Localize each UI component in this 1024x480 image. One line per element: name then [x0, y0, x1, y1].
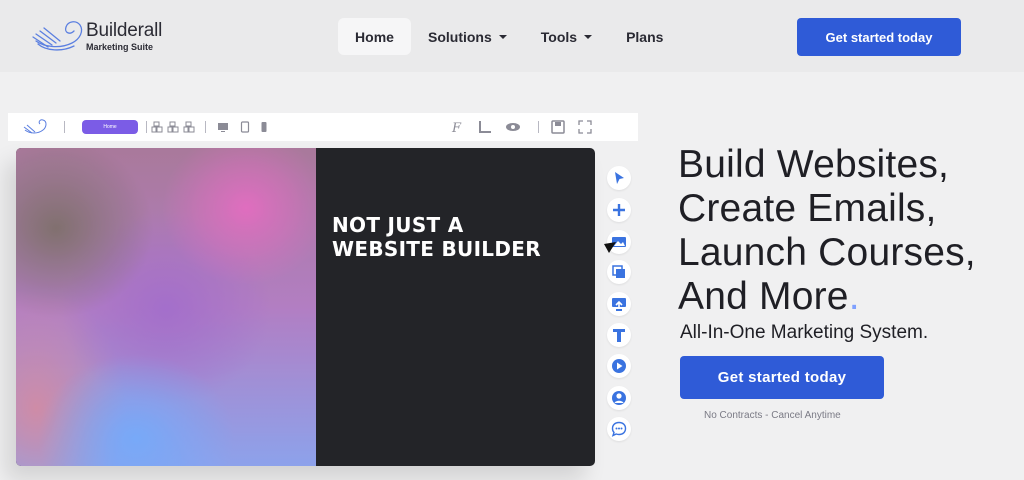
- logo-subtitle: Marketing Suite: [86, 41, 154, 52]
- page-selector[interactable]: Home: [82, 120, 138, 134]
- headline-dot: .: [848, 275, 860, 318]
- hero-headline-line-4: And More: [678, 275, 849, 318]
- layout-icon-3[interactable]: [183, 113, 195, 141]
- font-icon[interactable]: F: [451, 113, 463, 141]
- nav-home[interactable]: Home: [338, 18, 411, 55]
- layout-icon-1[interactable]: [151, 113, 163, 141]
- editor-canvas-preview: [16, 148, 595, 466]
- whale-logo-icon: [32, 21, 83, 51]
- mouse-cursor-icon: [604, 242, 616, 253]
- save-icon[interactable]: [551, 113, 565, 141]
- editor-toolbar: Home F: [8, 113, 638, 141]
- desktop-icon[interactable]: [217, 113, 229, 141]
- copy-icon[interactable]: [607, 260, 631, 284]
- nav-tools[interactable]: Tools: [524, 18, 609, 55]
- svg-text:F: F: [451, 121, 462, 134]
- chevron-down-icon: [584, 35, 593, 39]
- nav-plans-label: Plans: [626, 28, 664, 45]
- toolbar-divider: [538, 121, 539, 133]
- no-contracts-note: No Contracts - Cancel Anytime: [704, 410, 841, 421]
- user-icon[interactable]: [607, 386, 631, 410]
- mobile-icon[interactable]: [260, 113, 268, 141]
- hero-headline-line-2: Create Emails,: [678, 187, 937, 230]
- toolbar-divider: [64, 121, 65, 133]
- main-nav: Home Solutions Tools Plans: [338, 18, 680, 55]
- plus-icon[interactable]: [607, 198, 631, 222]
- play-icon[interactable]: [607, 354, 631, 378]
- chat-icon[interactable]: [607, 417, 631, 441]
- canvas-headline-line-1: NOT JUST A: [332, 213, 464, 237]
- chevron-down-icon: [498, 35, 507, 39]
- get-started-top-button[interactable]: Get started today: [797, 18, 961, 56]
- fullscreen-icon[interactable]: [578, 113, 592, 141]
- nav-tools-label: Tools: [540, 28, 578, 45]
- upload-icon[interactable]: [607, 292, 631, 316]
- nav-solutions-label: Solutions: [428, 28, 492, 45]
- hero-subhead: All-In-One Marketing System.: [680, 322, 929, 343]
- toolbar-divider: [205, 121, 206, 133]
- toolbar-divider: [146, 121, 147, 133]
- hero-headline-line-1: Build Websites,: [678, 143, 950, 186]
- layout-icon-2[interactable]: [167, 113, 179, 141]
- get-started-hero-button[interactable]: Get started today: [680, 356, 884, 399]
- ruler-icon[interactable]: [478, 113, 492, 141]
- logo-name: Builderall: [86, 19, 163, 41]
- nav-plans[interactable]: Plans: [609, 18, 680, 55]
- hero-headline-line-3: Launch Courses,: [678, 231, 976, 274]
- hero-headline: Build Websites, Create Emails, Launch Co…: [678, 143, 1008, 319]
- eye-icon[interactable]: [505, 113, 521, 141]
- builderall-mini-logo-icon: [22, 113, 50, 141]
- tablet-icon[interactable]: [240, 113, 250, 141]
- nav-home-label: Home: [355, 28, 394, 45]
- canvas-headline-line-2: WEBSITE BUILDER: [332, 237, 541, 261]
- builderall-logo[interactable]: Builderall Marketing Suite: [30, 14, 180, 58]
- canvas-headline: NOT JUST A WEBSITE BUILDER: [332, 213, 572, 261]
- pointer-icon[interactable]: [607, 166, 631, 190]
- gradient-image-panel: [16, 148, 316, 466]
- text-icon[interactable]: [607, 323, 631, 347]
- nav-solutions[interactable]: Solutions: [411, 18, 524, 55]
- top-navigation-bar: Builderall Marketing Suite Home Solution…: [0, 0, 1024, 72]
